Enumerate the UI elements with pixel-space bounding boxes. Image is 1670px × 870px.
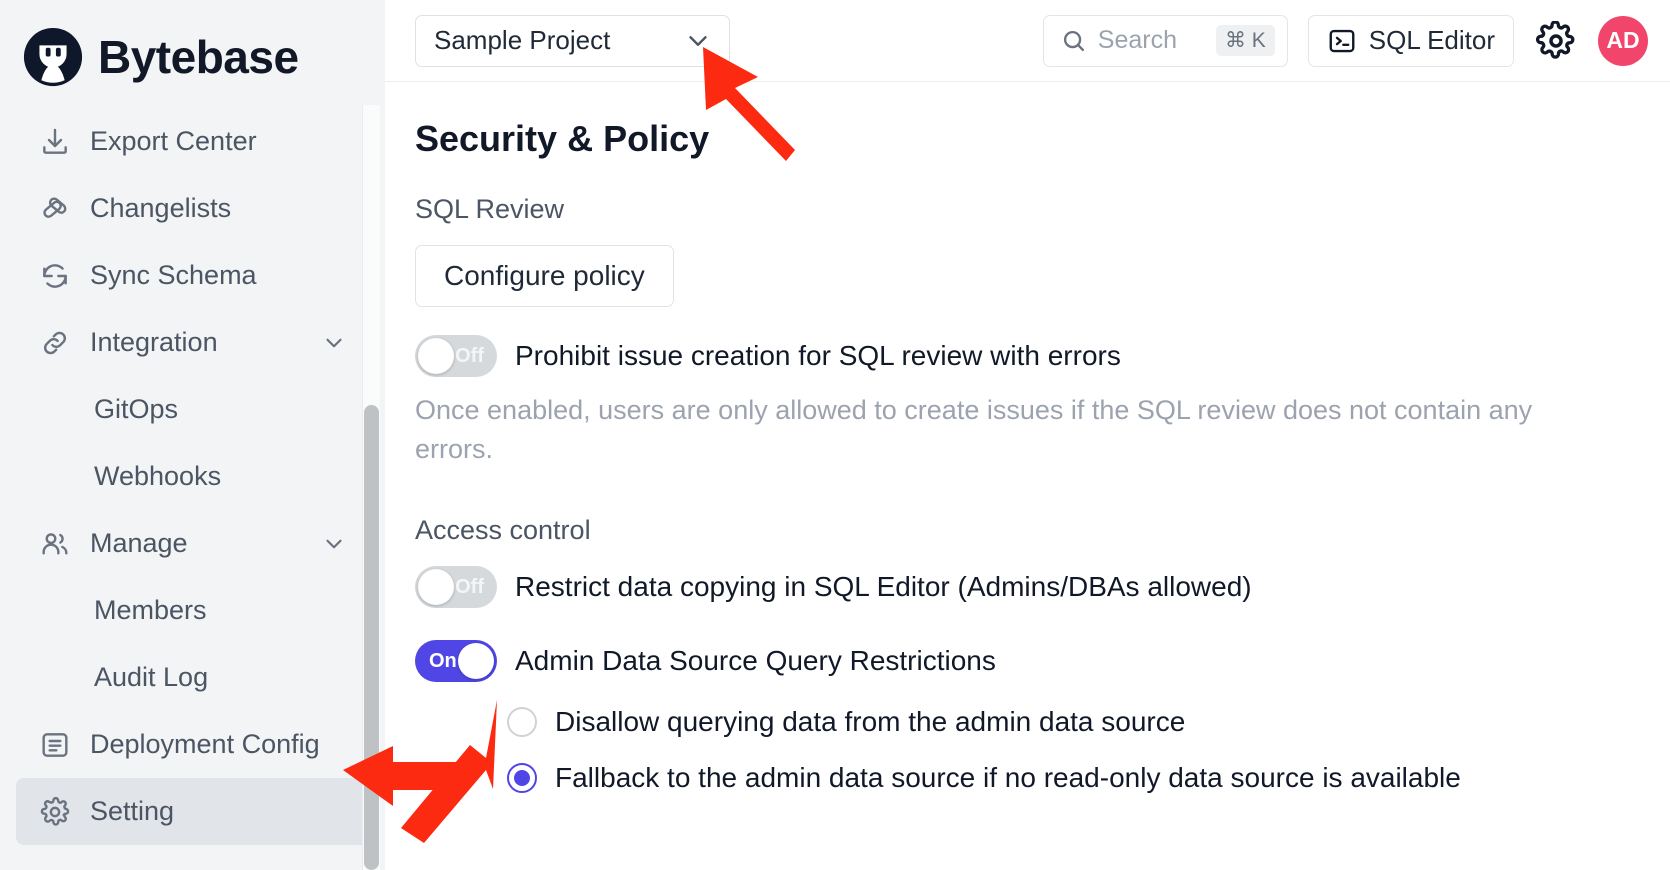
sidebar-item-label: Changelists [90,193,232,223]
radio-label: Disallow querying data from the admin da… [555,706,1186,738]
sidebar: Bytebase Export Center Changelists Sync … [0,0,385,870]
access-control-section-label: Access control [415,515,591,546]
brand[interactable]: Bytebase [0,0,385,96]
sidebar-item-label: Setting [90,796,175,826]
sidebar-item-changelists[interactable]: Changelists [16,175,369,242]
sidebar-item-label: Members [94,595,207,625]
sidebar-scrollbar-thumb[interactable] [364,405,379,870]
sidebar-item-deployment-config[interactable]: Deployment Config [16,711,369,778]
link-icon [38,326,72,360]
sidebar-item-members[interactable]: Members [16,577,369,644]
sidebar-item-export-center[interactable]: Export Center [16,108,369,175]
sidebar-item-setting[interactable]: Setting [16,778,369,845]
sidebar-item-manage[interactable]: Manage [16,510,369,577]
sync-icon [38,259,72,293]
toggle-state-label: On [429,649,457,672]
sidebar-item-label: GitOps [94,394,179,424]
terminal-icon [1327,26,1357,56]
sidebar-item-label: Export Center [90,126,257,156]
configure-policy-button[interactable]: Configure policy [415,245,674,307]
toggle-state-label: Off [455,575,484,598]
changelist-icon [38,192,72,226]
prohibit-issue-creation-description: Once enabled, users are only allowed to … [415,395,1533,465]
deployment-icon [38,728,72,762]
search-input[interactable]: Search ⌘ K [1042,14,1288,67]
toggle-knob [418,338,454,374]
download-icon [38,125,72,159]
sidebar-item-audit-log[interactable]: Audit Log [16,644,369,711]
sidebar-item-label: Webhooks [94,461,222,491]
radio-button[interactable] [507,707,537,738]
search-placeholder: Search [1097,26,1177,54]
page-title: Security & Policy [415,118,710,159]
radio-label: Fallback to the admin data source if no … [555,762,1461,794]
search-icon [1060,27,1088,55]
chevron-down-icon [321,330,347,356]
sidebar-item-label: Deployment Config [90,729,320,759]
radio-option-fallback[interactable]: Fallback to the admin data source if no … [415,762,1670,794]
radio-button[interactable] [507,763,537,794]
prohibit-issue-creation-toggle[interactable]: Off [415,335,497,377]
gear-icon [38,795,72,829]
section-divider-space [415,469,1670,515]
main-area: Sample Project Search ⌘ K SQL Editor AD … [385,0,1670,870]
avatar[interactable]: AD [1598,15,1648,66]
avatar-initials: AD [1606,27,1640,53]
prohibit-issue-creation-row: Off Prohibit issue creation for SQL revi… [415,335,1670,377]
admin-restrictions-row: On Admin Data Source Query Restrictions [415,640,1670,683]
sidebar-item-label: Audit Log [94,662,209,692]
sidebar-item-label: Integration [90,327,218,357]
sidebar-nav: Export Center Changelists Sync Schema In… [0,96,385,845]
app-root: Bytebase Export Center Changelists Sync … [0,0,1670,870]
project-selector-value: Sample Project [434,25,611,55]
sidebar-item-label: Sync Schema [90,260,257,290]
brand-name: Bytebase [98,31,299,83]
search-shortcut-badge: ⌘ K [1215,25,1275,56]
restrict-data-copying-toggle[interactable]: Off [415,566,497,609]
sql-editor-label: SQL Editor [1368,25,1495,55]
settings-content: Security & Policy SQL Review Configure p… [385,82,1670,870]
toggle-state-label: Off [455,344,484,367]
chevron-down-icon [321,531,347,557]
sql-editor-button[interactable]: SQL Editor [1307,14,1514,67]
toggle-knob [458,643,494,680]
radio-option-disallow[interactable]: Disallow querying data from the admin da… [415,706,1670,738]
sidebar-item-gitops[interactable]: GitOps [16,376,369,443]
sidebar-item-sync-schema[interactable]: Sync Schema [16,242,369,309]
users-icon [38,527,72,561]
gear-icon [1536,20,1576,61]
restrict-copy-row: Off Restrict data copying in SQL Editor … [415,566,1670,609]
bytebase-logo-icon [22,26,84,88]
sql-review-section-label: SQL Review [415,194,565,224]
restrict-data-copying-label: Restrict data copying in SQL Editor (Adm… [515,571,1252,603]
sidebar-item-webhooks[interactable]: Webhooks [16,443,369,510]
topbar: Sample Project Search ⌘ K SQL Editor AD [385,0,1670,82]
chevron-down-icon [683,26,713,56]
topbar-actions: Search ⌘ K SQL Editor AD [1042,14,1648,67]
admin-data-source-toggle[interactable]: On [415,640,497,683]
toggle-knob [418,569,454,606]
admin-data-source-label: Admin Data Source Query Restrictions [515,645,996,677]
sidebar-item-integration[interactable]: Integration [16,309,369,376]
sidebar-item-label: Manage [90,528,188,558]
project-selector[interactable]: Sample Project [415,14,730,67]
prohibit-issue-creation-label: Prohibit issue creation for SQL review w… [515,340,1121,371]
settings-button[interactable] [1534,19,1578,63]
